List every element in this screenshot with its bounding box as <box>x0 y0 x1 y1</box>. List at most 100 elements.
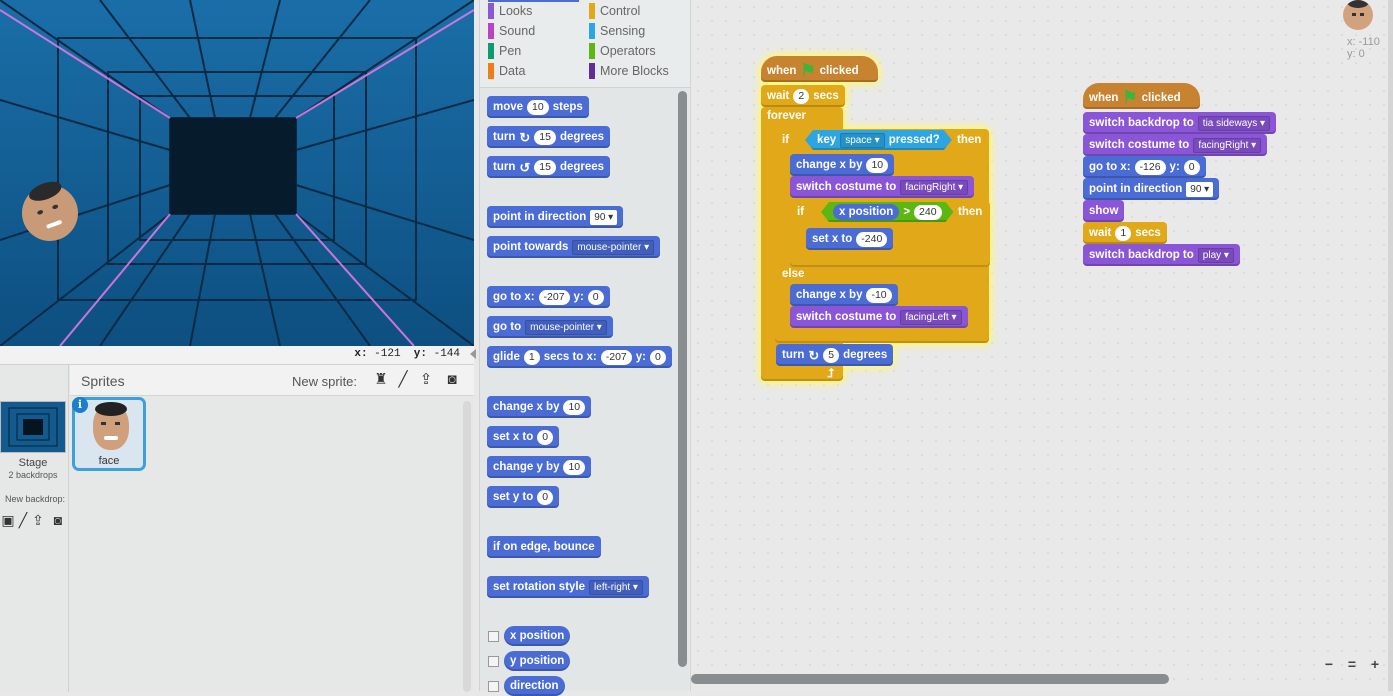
zoom-in-icon[interactable]: + <box>1366 655 1384 673</box>
loop-arrow-icon: ⮥ <box>827 366 835 380</box>
stage-coords-bar: x: -121 y: -144 <box>0 346 476 364</box>
pen-category-tab[interactable]: Pen <box>488 42 578 60</box>
more-blocks-category-label: More Blocks <box>589 62 684 80</box>
when-flag-clicked-hat-2[interactable]: when ⚑ clicked <box>1083 83 1200 109</box>
scripts-vertical-scrollbar[interactable] <box>1388 0 1393 691</box>
point-direction-block-2[interactable]: point in direction 90 <box>1083 178 1220 200</box>
stage-collapse-arrow[interactable] <box>470 349 476 359</box>
palette-y-position-reporter[interactable]: y position <box>504 651 571 671</box>
palette-glide-block[interactable]: glide 1 secs to x: -207 y: 0 <box>487 346 672 368</box>
operators-category-tab[interactable]: Operators <box>589 42 684 60</box>
stage-backdrop <box>0 0 474 346</box>
sprite-list-scrollbar[interactable] <box>463 401 471 692</box>
turn-5-degrees-block[interactable]: turn ↻ 5 degrees <box>776 344 894 366</box>
stage-label: Stage <box>18 457 48 469</box>
palette-goto-xy-block[interactable]: go to x: -207 y: 0 <box>487 286 610 308</box>
switch-costume-right-block[interactable]: switch costume to facingRight <box>790 176 975 198</box>
rotate-clockwise-icon: ↻ <box>808 347 820 363</box>
sprite-info-icon[interactable]: i <box>72 397 88 413</box>
x-position-checkbox[interactable] <box>488 631 499 642</box>
sound-category-tab[interactable]: Sound <box>488 22 578 40</box>
stage-canvas[interactable] <box>0 0 474 346</box>
change-x-by-neg10-block[interactable]: change x by -10 <box>790 284 898 306</box>
category-list: Looks Sound Pen Data Control Sensing Ope… <box>480 0 690 88</box>
palette-set-x-block[interactable]: set x to 0 <box>487 426 560 448</box>
wait-1-secs-block[interactable]: wait 1 secs <box>1083 222 1167 244</box>
sprites-header: Sprites New sprite: ♜ ╱ ⇪ ◙ <box>70 365 474 396</box>
green-flag-icon: ⚑ <box>1122 88 1138 107</box>
upload-sprite-icon[interactable]: ⇪ <box>417 371 435 389</box>
motion-category-selected-bar <box>488 0 579 2</box>
data-category-tab[interactable]: Data <box>488 62 578 80</box>
stage-column: Stage 2 backdrops New backdrop: ▣ ╱ ⇪ ◙ <box>0 365 69 692</box>
forever-label: forever <box>767 110 806 122</box>
direction-checkbox[interactable] <box>488 681 499 692</box>
greater-than-condition[interactable]: x position >240 <box>821 202 954 222</box>
sprite-library-icon[interactable]: ♜ <box>372 371 390 389</box>
sound-category-label: Sound <box>488 22 578 40</box>
palette-point-direction-block[interactable]: point in direction 90 <box>487 206 624 228</box>
control-category-label: Control <box>589 2 684 20</box>
pen-category-label: Pen <box>488 42 578 60</box>
sprite-pane: Stage 2 backdrops New backdrop: ▣ ╱ ⇪ ◙ … <box>0 364 474 692</box>
sprite-face-image <box>93 402 129 450</box>
goto-xy-block-2[interactable]: go to x: -126 y: 0 <box>1083 156 1206 178</box>
backdrop-library-icon[interactable]: ▣ <box>0 512 16 528</box>
inner-if-label: if <box>797 206 805 218</box>
y-position-checkbox[interactable] <box>488 656 499 667</box>
sprite-thumbnail-face[interactable]: i face <box>72 397 146 471</box>
inner-then-label: then <box>958 206 983 218</box>
palette-rotation-style-block[interactable]: set rotation style left-right <box>487 576 649 598</box>
rotate-counterclockwise-icon: ↺ <box>519 159 531 175</box>
palette-goto-block[interactable]: go to mouse-pointer <box>487 316 613 338</box>
green-flag-icon: ⚑ <box>800 61 816 80</box>
paint-backdrop-icon[interactable]: ╱ <box>15 512 31 528</box>
script-green-flag-setup[interactable]: when ⚑ clicked switch backdrop to tia sidew… <box>691 0 1277 266</box>
new-sprite-label: New sprite: <box>292 374 358 389</box>
switch-costume-left-block[interactable]: switch costume to facingLeft <box>790 306 968 328</box>
palette-change-x-block[interactable]: change x by 10 <box>487 396 592 418</box>
mouse-coords: x: -121 y: -144 <box>354 348 460 360</box>
scripts-horizontal-scrollbar[interactable] <box>691 674 1169 684</box>
new-backdrop-label: New backdrop: <box>4 494 66 504</box>
palette-move-block[interactable]: move 10 steps <box>487 96 589 118</box>
switch-costume-block-2[interactable]: switch costume to facingRight <box>1083 134 1268 156</box>
backdrop-count: 2 backdrops <box>8 470 58 480</box>
upload-backdrop-icon[interactable]: ⇪ <box>30 512 46 528</box>
if-label: if <box>782 134 790 146</box>
palette-change-y-block[interactable]: change y by 10 <box>487 456 592 478</box>
switch-backdrop-tia-block[interactable]: switch backdrop to tia sideways <box>1083 112 1277 134</box>
key-pressed-condition[interactable]: keyspacepressed? <box>805 130 952 150</box>
palette-turn-right-block[interactable]: turn ↻ 15 degrees <box>487 126 611 148</box>
zoom-out-icon[interactable]: − <box>1320 655 1338 673</box>
palette-scrollbar[interactable] <box>678 91 687 667</box>
set-x-to-block[interactable]: set x to -240 <box>806 228 894 250</box>
block-palette: Looks Sound Pen Data Control Sensing Ope… <box>479 0 692 696</box>
camera-backdrop-icon[interactable]: ◙ <box>50 512 66 528</box>
palette-x-position-reporter[interactable]: x position <box>504 626 571 646</box>
palette-point-towards-block[interactable]: point towards mouse-pointer <box>487 236 661 258</box>
sprite-name: face <box>98 455 120 467</box>
palette-turn-left-block[interactable]: turn ↺ 15 degrees <box>487 156 611 178</box>
when-flag-clicked-hat[interactable]: when ⚑ clicked <box>761 56 878 82</box>
camera-sprite-icon[interactable]: ◙ <box>443 371 461 389</box>
show-block[interactable]: show <box>1083 200 1125 222</box>
control-category-tab[interactable]: Control <box>589 2 684 20</box>
palette-direction-reporter[interactable]: direction <box>504 676 565 696</box>
zoom-reset-icon[interactable]: = <box>1343 655 1361 673</box>
change-x-by-10-block[interactable]: change x by 10 <box>790 154 895 176</box>
more-blocks-category-tab[interactable]: More Blocks <box>589 62 684 80</box>
then-label: then <box>957 134 982 146</box>
else-label: else <box>782 268 805 280</box>
current-sprite-avatar <box>1343 0 1373 30</box>
stage-thumbnail[interactable] <box>0 401 66 453</box>
data-category-label: Data <box>488 62 578 80</box>
wait-block[interactable]: wait 2 secs <box>761 85 845 107</box>
looks-category-tab[interactable]: Looks <box>488 2 578 20</box>
sensing-category-tab[interactable]: Sensing <box>589 22 684 40</box>
switch-backdrop-play-block[interactable]: switch backdrop to play <box>1083 244 1240 266</box>
paint-sprite-icon[interactable]: ╱ <box>394 371 412 389</box>
scripts-area[interactable]: when ⚑ clicked wait 2 secs forever if key spa… <box>691 0 1393 691</box>
palette-bounce-block[interactable]: if on edge, bounce <box>487 536 601 558</box>
palette-set-y-block[interactable]: set y to 0 <box>487 486 560 508</box>
